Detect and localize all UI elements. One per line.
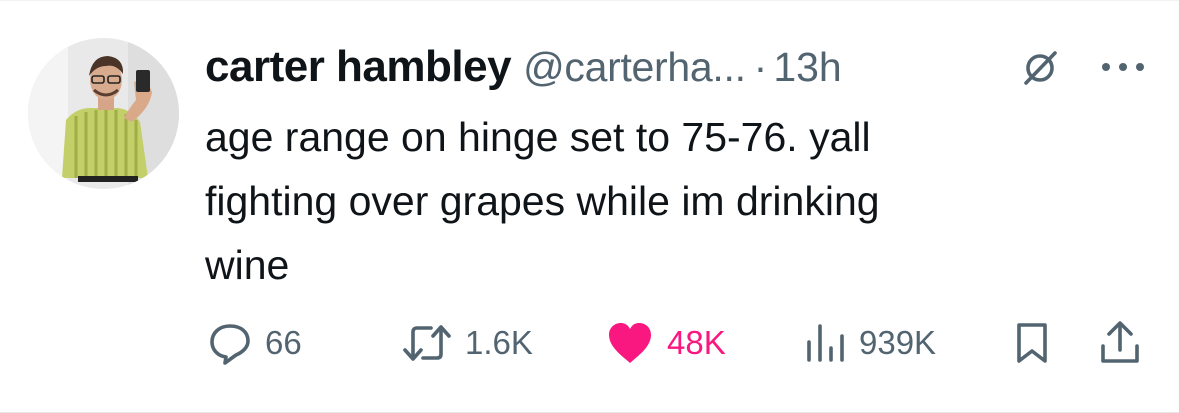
more-icon[interactable] [1098,57,1148,77]
reply-icon [210,324,250,365]
tweet-text-line: wine [205,242,290,288]
tweet-text-line: fighting over grapes while im drinking [205,178,880,224]
views-icon [807,324,844,362]
share-button[interactable] [1098,319,1142,367]
tweet-text-line: age range on hinge set to 75-76. yall [205,114,871,160]
tweet-text: age range on hinge set to 75-76. yall fi… [205,105,1105,297]
tweet-header: carter hambley @carterha... · 13h [205,41,1085,93]
heart-icon [609,323,651,363]
grok-icon[interactable] [1020,48,1060,88]
user-handle[interactable]: @carterha... [523,44,746,91]
like-count: 48K [667,324,726,361]
action-bar: 66 1.6K 48K 939K [0,319,1179,367]
views-count: 939K [859,324,937,361]
repost-count: 1.6K [465,324,533,361]
repost-icon [403,325,451,361]
reply-count: 66 [265,324,302,361]
bookmark-icon [1017,323,1047,363]
avatar[interactable] [28,38,179,189]
tweet-card[interactable]: carter hambley @carterha... · 13h age ra… [0,0,1179,413]
avatar-photo [28,38,179,189]
reply-button[interactable]: 66 [207,319,302,367]
repost-button[interactable]: 1.6K [401,319,533,367]
views-button[interactable]: 939K [803,319,936,367]
bookmark-button[interactable] [1013,319,1051,367]
share-icon [1101,321,1139,363]
display-name[interactable]: carter hambley [205,42,512,92]
timestamp[interactable]: 13h [773,44,841,91]
separator-dot: · [753,43,768,90]
like-button[interactable]: 48K [605,319,726,367]
